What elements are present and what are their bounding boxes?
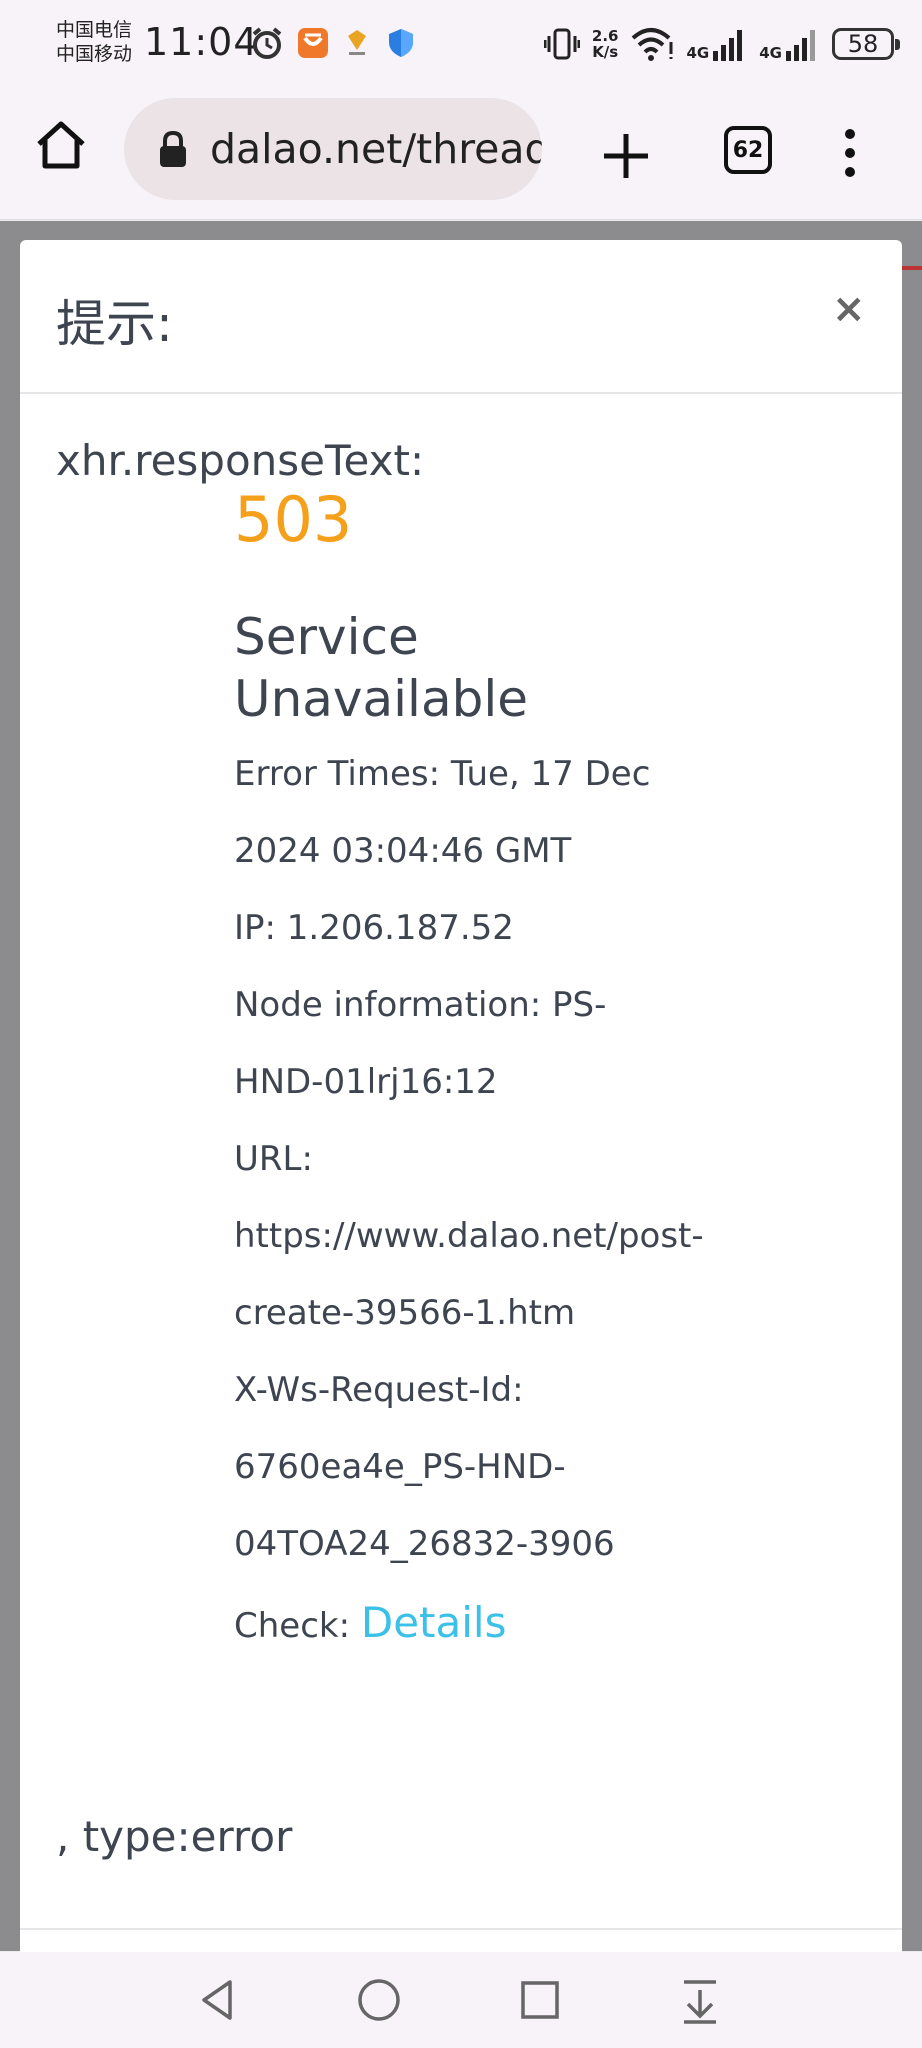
- node-info-line-1: Node information: PS-: [234, 985, 607, 1025]
- dialog-title: 提示:: [56, 295, 173, 353]
- carrier-labels: 中国电信 中国移动: [56, 18, 132, 66]
- new-tab-plus-icon[interactable]: [596, 126, 656, 186]
- node-info-line-2: HND-01lrj16:12: [234, 1062, 498, 1102]
- net-speed: 2.6 K/s: [592, 28, 619, 60]
- error-type: , type:error: [56, 1812, 293, 1861]
- signal-1: 4G: [687, 27, 748, 61]
- check-label: Check:: [234, 1606, 361, 1646]
- error-details: Error Times: Tue, 17 Dec 2024 03:04:46 G…: [234, 736, 854, 1666]
- shield-app-icon: [298, 28, 328, 58]
- tab-count: 62: [732, 137, 764, 163]
- carrier-1: 中国电信: [56, 19, 133, 41]
- error-code: 503: [234, 483, 353, 556]
- url-value-line-1: https://www.dalao.net/post-: [234, 1216, 704, 1256]
- crown-app-icon: [348, 30, 366, 55]
- signal-icon: [713, 30, 743, 61]
- wifi-icon: [631, 28, 672, 61]
- address-bar[interactable]: dalao.net/thread: [124, 98, 542, 200]
- error-title: Service Unavailable: [234, 606, 854, 730]
- dialog-header: 提示: ×: [20, 240, 902, 394]
- dialog-footer-divider: [20, 1928, 902, 1930]
- home-circle-icon[interactable]: [353, 1974, 405, 2026]
- error-time-line-1: Error Times: Tue, 17 Dec: [234, 754, 651, 794]
- error-title-line-2: Unavailable: [234, 670, 528, 728]
- tab-switcher-button[interactable]: 62: [724, 126, 772, 174]
- error-ip: IP: 1.206.187.52: [234, 908, 514, 948]
- request-id-label: X-Ws-Request-Id:: [234, 1370, 524, 1410]
- recents-square-icon[interactable]: [514, 1974, 566, 2026]
- lock-icon: [160, 130, 186, 167]
- download-arrow-icon[interactable]: [674, 1974, 726, 2026]
- status-bar: 中国电信 中国移动 11:04 2.6 K/s 4G 4G 58: [0, 0, 922, 88]
- signal-icon: [786, 30, 815, 61]
- navigation-bar: [0, 1952, 922, 2048]
- alarm-icon: [252, 27, 282, 59]
- details-link[interactable]: Details: [361, 1598, 507, 1647]
- net-speed-value: 2.6: [591, 27, 619, 45]
- clock: 11:04: [144, 20, 259, 64]
- request-id-line-1: 6760ea4e_PS-HND-: [234, 1447, 566, 1487]
- browser-toolbar: dalao.net/thread 62: [0, 88, 922, 220]
- vibrate-icon: [543, 28, 580, 60]
- alert-dialog: 提示: × xhr.responseText: 503 Service Unav…: [20, 240, 902, 1960]
- battery-level: 58: [847, 30, 879, 58]
- carrier-2: 中国移动: [56, 43, 133, 65]
- check-row: Check: Details: [234, 1583, 854, 1666]
- signal-2: 4G: [759, 27, 820, 61]
- error-title-line-1: Service: [234, 608, 419, 666]
- menu-dots-icon[interactable]: [832, 128, 868, 178]
- status-right: 2.6 K/s 4G 4G 58: [543, 22, 900, 66]
- error-page: 503 Service Unavailable Error Times: Tue…: [234, 478, 854, 1666]
- network-type-2: 4G: [759, 44, 782, 62]
- home-icon[interactable]: [34, 118, 88, 172]
- url-value-line-2: create-39566-1.htm: [234, 1293, 576, 1333]
- security-shield-icon: [389, 29, 413, 57]
- net-speed-unit: K/s: [592, 43, 619, 61]
- url-text[interactable]: dalao.net/thread: [210, 125, 542, 173]
- back-triangle-icon[interactable]: [192, 1974, 244, 2026]
- close-icon[interactable]: ×: [832, 286, 866, 332]
- request-id-line-2: 04TOA24_26832-3906: [234, 1524, 615, 1564]
- url-label: URL:: [234, 1139, 313, 1179]
- error-time-line-2: 2024 03:04:46 GMT: [234, 831, 572, 871]
- network-type-1: 4G: [686, 44, 710, 62]
- battery-icon: 58: [832, 28, 900, 60]
